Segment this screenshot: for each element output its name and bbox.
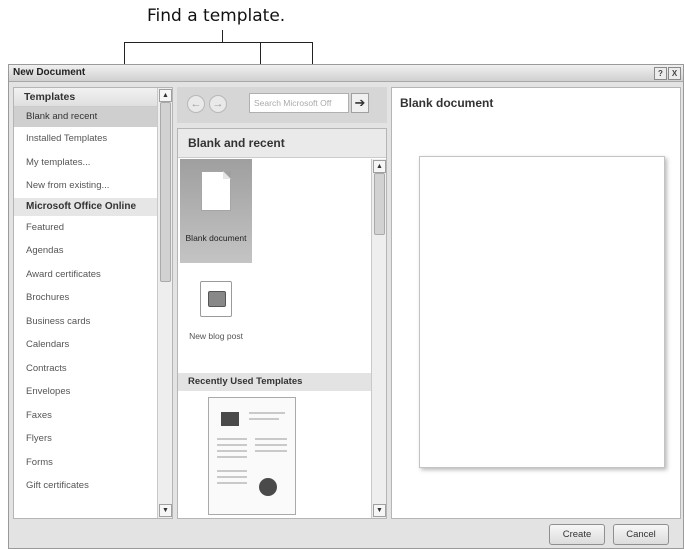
preview-title: Blank document [400,96,494,110]
arrow-right-icon[interactable]: ➔ [351,93,369,113]
new-blog-post-tile[interactable]: New blog post [180,273,252,361]
office-online-section: Microsoft Office Online [14,197,172,216]
annotation-callout: Find a template. [147,6,286,26]
nav-item-calendars[interactable]: Calendars [14,333,172,357]
templates-pane: Templates Blank and recent Installed Tem… [13,87,173,519]
nav-item-installed-templates[interactable]: Installed Templates [14,127,172,151]
nav-item-faxes[interactable]: Faxes [14,404,172,428]
blog-post-icon [200,281,232,317]
help-icon[interactable]: ? [654,67,667,80]
document-preview [419,156,665,468]
callout-line [222,30,223,42]
nav-item-envelopes[interactable]: Envelopes [14,380,172,404]
nav-item-new-from-existing[interactable]: New from existing... [14,174,172,198]
middle-pane-header: Blank and recent [178,129,386,158]
create-button[interactable]: Create [549,524,605,545]
nav-item-agendas[interactable]: Agendas [14,239,172,263]
nav-item-flyers[interactable]: Flyers [14,427,172,451]
scroll-thumb[interactable] [374,173,385,235]
close-icon[interactable]: X [668,67,681,80]
scroll-down-icon[interactable]: ▼ [373,504,386,517]
nav-item-featured[interactable]: Featured [14,216,172,240]
forward-arrow-icon[interactable]: → [209,95,227,113]
preview-pane: Blank document [391,87,681,519]
nav-item-award-certificates[interactable]: Award certificates [14,263,172,287]
scroll-up-icon[interactable]: ▲ [159,89,172,102]
recent-template-thumbnail[interactable] [208,397,296,515]
blank-and-recent-pane: Blank and recent Blank document New blog… [177,128,387,519]
callout-line [124,42,312,43]
search-toolbar: ← → Search Microsoft Off ➔ [177,87,387,123]
blank-document-tile[interactable]: Blank document [180,159,252,263]
templates-scrollbar[interactable]: ▲ ▼ [157,88,172,518]
tile-label: Blank document [185,233,247,243]
new-document-dialog: New Document ? X Templates Blank and rec… [8,64,684,549]
tiles-scrollbar[interactable]: ▲ ▼ [371,159,386,518]
cancel-button[interactable]: Cancel [613,524,669,545]
nav-item-gift-certificates[interactable]: Gift certificates [14,474,172,498]
blank-document-icon [201,171,231,211]
back-arrow-icon[interactable]: ← [187,95,205,113]
scroll-down-icon[interactable]: ▼ [159,504,172,517]
dialog-titlebar: New Document ? X [9,65,683,82]
nav-item-brochures[interactable]: Brochures [14,286,172,310]
recently-used-section: Recently Used Templates [178,373,372,391]
tile-label: New blog post [189,331,243,341]
dialog-button-bar: Create Cancel [9,518,683,548]
scroll-up-icon[interactable]: ▲ [373,160,386,173]
search-input[interactable]: Search Microsoft Off [249,93,349,113]
nav-item-blank-and-recent[interactable]: Blank and recent [14,107,172,127]
nav-item-contracts[interactable]: Contracts [14,357,172,381]
scroll-thumb[interactable] [160,102,171,282]
nav-item-my-templates[interactable]: My templates... [14,151,172,175]
nav-item-business-cards[interactable]: Business cards [14,310,172,334]
templates-header: Templates [14,88,172,107]
nav-item-forms[interactable]: Forms [14,451,172,475]
dialog-title: New Document [13,67,86,78]
